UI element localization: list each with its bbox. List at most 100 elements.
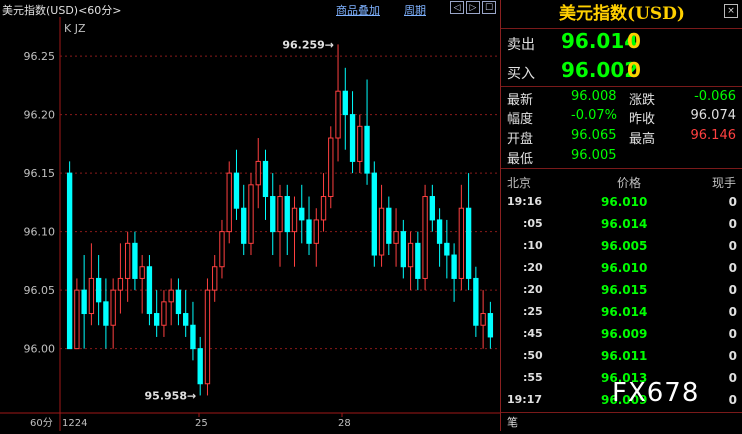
high-label: 最高 bbox=[629, 132, 656, 147]
tick-volume: 0 bbox=[728, 283, 737, 297]
tick-volume: 0 bbox=[728, 239, 737, 253]
candle-body bbox=[190, 324, 196, 350]
tick-price: 96.010 bbox=[601, 261, 648, 275]
sell-volume: 0 bbox=[627, 29, 641, 53]
tick-price: 96.010 bbox=[601, 195, 648, 209]
buy-volume: 0 bbox=[627, 58, 641, 82]
tick-time: :25 bbox=[523, 305, 543, 318]
overlay-commodity-link[interactable]: 商品叠加 bbox=[336, 2, 380, 18]
candle-body bbox=[299, 207, 305, 221]
candle-body bbox=[95, 277, 102, 303]
candle-body bbox=[306, 219, 312, 244]
low-label: 最低 bbox=[507, 152, 534, 167]
tick-volume: 0 bbox=[728, 261, 737, 275]
y-tick-label: 96.15 bbox=[24, 167, 56, 180]
candle-body bbox=[103, 301, 109, 326]
candle-body bbox=[371, 172, 377, 256]
candle-body bbox=[270, 196, 276, 233]
tick-row: 19:16 96.010 0 bbox=[501, 192, 742, 214]
tick-row: :20 96.015 0 bbox=[501, 280, 742, 302]
prev-arrow-icon[interactable]: ◁ bbox=[450, 1, 464, 14]
candle-body bbox=[183, 313, 189, 326]
low-annotation: 95.958→ bbox=[145, 389, 197, 402]
period-label: 60分 bbox=[30, 417, 53, 429]
tick-volume: 0 bbox=[728, 195, 737, 209]
candle-body bbox=[154, 313, 160, 326]
tick-price: 96.009 bbox=[601, 327, 648, 341]
prev-close-label: 昨收 bbox=[629, 112, 656, 127]
x-tick-label: 25 bbox=[195, 418, 208, 429]
candle-body bbox=[364, 125, 370, 174]
candle-body bbox=[248, 184, 254, 244]
candle-body bbox=[241, 207, 247, 244]
tick-time: :45 bbox=[523, 327, 543, 340]
candle-body bbox=[284, 196, 290, 233]
sell-row: 卖出 96.014 0 bbox=[501, 28, 742, 58]
candle-body bbox=[400, 231, 406, 268]
candle-body bbox=[81, 289, 87, 315]
divider bbox=[501, 86, 742, 87]
y-tick-label: 96.20 bbox=[24, 109, 56, 122]
candle-body bbox=[415, 242, 421, 279]
y-tick-label: 96.25 bbox=[24, 50, 56, 63]
change-value: -0.066 bbox=[694, 89, 736, 104]
chart-header: 美元指数(USD)<60分> 商品叠加 周期 ◁ ▷ ☐ bbox=[0, 0, 500, 17]
candle-body bbox=[393, 231, 399, 244]
y-tick-label: 96.00 bbox=[24, 343, 56, 356]
candle-body bbox=[204, 289, 211, 385]
candle-body bbox=[277, 196, 283, 233]
low-value: 96.005 bbox=[571, 148, 617, 163]
change-label: 涨跌 bbox=[629, 93, 656, 108]
candle-body bbox=[66, 172, 73, 350]
tick-price: 96.014 bbox=[601, 217, 648, 231]
tick-volume: 0 bbox=[728, 393, 737, 407]
candle-body bbox=[255, 160, 261, 186]
tick-price: 96.015 bbox=[601, 283, 648, 297]
quote-panel: 美元指数(USD) × 卖出 96.014 0 买入 96.002 0 最新 9… bbox=[500, 0, 742, 431]
candle-body bbox=[444, 242, 450, 256]
candle-body bbox=[74, 289, 80, 350]
candle-body bbox=[436, 219, 443, 244]
candle-body bbox=[132, 242, 138, 279]
tick-time: :20 bbox=[523, 261, 543, 274]
candle-body bbox=[349, 114, 356, 162]
candle-body bbox=[465, 207, 472, 279]
candle-body bbox=[335, 90, 341, 139]
high-value: 96.146 bbox=[690, 128, 737, 143]
tick-volume: 0 bbox=[728, 217, 737, 231]
tab-tick-detail[interactable]: 笔 bbox=[507, 414, 525, 430]
period-link[interactable]: 周期 bbox=[404, 2, 426, 18]
pct-label: 幅度 bbox=[507, 112, 534, 127]
y-tick-label: 96.05 bbox=[24, 284, 56, 297]
close-icon[interactable]: × bbox=[724, 4, 738, 18]
maximize-icon[interactable]: ☐ bbox=[482, 1, 496, 14]
open-label: 开盘 bbox=[507, 132, 534, 147]
tick-row: :25 96.014 0 bbox=[501, 302, 742, 324]
indicator-label: K JZ bbox=[64, 22, 86, 35]
y-tick-label: 96.10 bbox=[24, 226, 56, 239]
candle-body bbox=[378, 207, 385, 256]
x-tick-label: 28 bbox=[338, 418, 351, 429]
candle-body bbox=[473, 277, 479, 326]
candle-body bbox=[480, 313, 486, 326]
tick-time: 19:16 bbox=[507, 195, 543, 208]
candle-body bbox=[291, 207, 298, 233]
divider bbox=[501, 168, 742, 169]
prev-close-value: 96.074 bbox=[690, 108, 737, 123]
candle-body bbox=[313, 219, 319, 244]
tick-time: :50 bbox=[523, 349, 543, 362]
candle-body bbox=[422, 196, 428, 279]
tick-time: :20 bbox=[523, 283, 543, 296]
candle-body bbox=[262, 160, 269, 198]
candle-body bbox=[487, 313, 494, 338]
panel-title: 美元指数(USD) bbox=[559, 4, 685, 24]
tick-time: 19:17 bbox=[507, 393, 543, 406]
candle-body bbox=[386, 207, 392, 244]
candlestick-chart[interactable]: 96.25 96.20 96.15 96.10 96.05 96.00 K JZ 96.259… bbox=[0, 17, 500, 431]
candle-body bbox=[226, 172, 232, 233]
candle-body bbox=[451, 254, 457, 279]
candle-body bbox=[124, 242, 131, 279]
candle-body bbox=[139, 266, 145, 279]
candle-body bbox=[357, 125, 363, 162]
next-arrow-icon[interactable]: ▷ bbox=[466, 1, 480, 14]
